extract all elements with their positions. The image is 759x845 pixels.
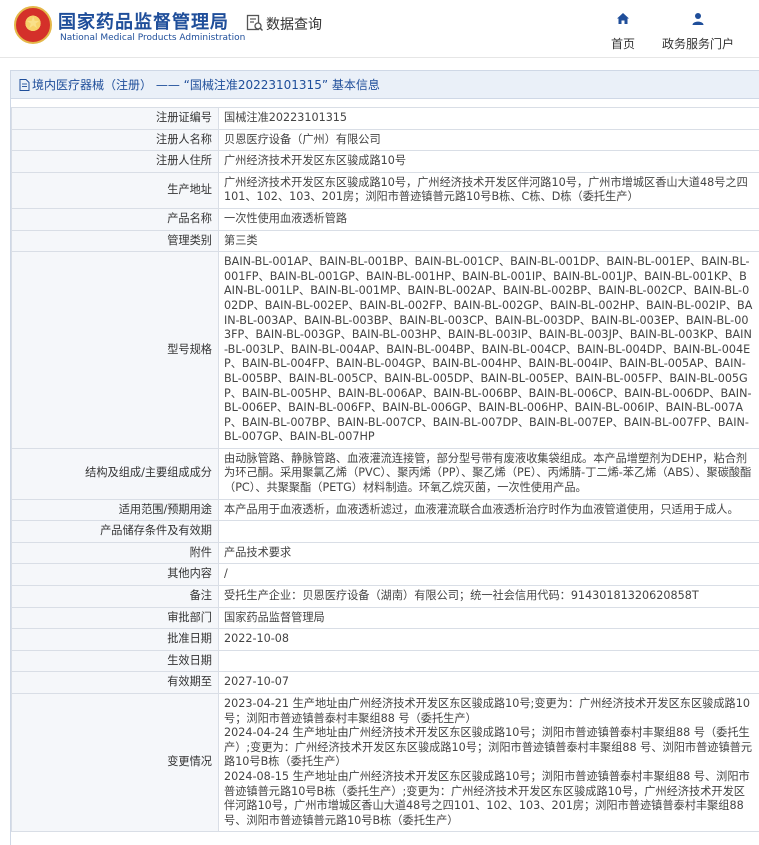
detail-row: 注册证编号 国械注准20223101315 — [11, 107, 759, 130]
field-label: 产品名称 — [11, 207, 219, 231]
detail-row: 审批部门 国家药品监督管理局 — [11, 606, 759, 630]
field-label: 附件 — [11, 541, 219, 565]
field-value — [218, 520, 759, 543]
field-value: BAIN-BL-001AP、BAIN-BL-001BP、BAIN-BL-001C… — [218, 251, 759, 449]
detail-row: 批准日期 2022-10-08 — [11, 628, 759, 651]
nav-gov-label: 政务服务门户 — [661, 37, 734, 51]
field-label: 注册人名称 — [11, 128, 219, 152]
field-label: 结构及组成/主要组成成分 — [11, 447, 219, 500]
detail-row: 结构及组成/主要组成成分 由动脉管路、静脉管路、血液灌流连接管，部分型号带有废液… — [11, 447, 759, 500]
detail-row: 产品名称 一次性使用血液透析管路 — [11, 207, 759, 231]
field-value: 由动脉管路、静脉管路、血液灌流连接管，部分型号带有废液收集袋组成。本产品增塑剂为… — [218, 447, 759, 500]
change-history-row: 变更情况 2023-04-21 生产地址由广州经济技术开发区东区骏成路10号;变… — [11, 692, 759, 833]
field-value: 广州经济技术开发区东区骏成路10号 — [218, 150, 759, 173]
data-search-icon — [246, 14, 264, 32]
detail-row: 注册人住所 广州经济技术开发区东区骏成路10号 — [11, 150, 759, 173]
nav-gov-service-portal[interactable]: 政务服务门户 — [656, 10, 740, 52]
user-icon — [656, 10, 740, 29]
field-value — [218, 649, 759, 673]
field-label: 管理类别 — [11, 229, 219, 253]
field-label: 变更情况 — [11, 692, 219, 833]
detail-row: 型号规格 BAIN-BL-001AP、BAIN-BL-001BP、BAIN-BL… — [11, 251, 759, 449]
field-label: 备注 — [11, 585, 219, 608]
detail-row: 生效日期 — [11, 649, 759, 673]
nav-home-label: 首页 — [610, 37, 635, 51]
field-value: 广州经济技术开发区东区骏成路10号，广州经济技术开发区伴河路10号，广州市增城区… — [218, 171, 759, 209]
detail-row: 产品储存条件及有效期 — [11, 520, 759, 543]
data-search-title: 数据查询 — [266, 17, 322, 33]
field-label: 注册证编号 — [11, 107, 219, 130]
national-emblem-icon — [14, 6, 52, 44]
detail-row: 附件 产品技术要求 — [11, 541, 759, 565]
field-value: 一次性使用血液透析管路 — [218, 207, 759, 231]
field-value: 受托生产企业：贝恩医疗设备（湖南）有限公司；统一社会信用代码：914301813… — [218, 585, 759, 608]
home-icon — [603, 10, 643, 29]
detail-row: 备注 受托生产企业：贝恩医疗设备（湖南）有限公司；统一社会信用代码：914301… — [11, 585, 759, 608]
detail-row: 生产地址 广州经济技术开发区东区骏成路10号，广州经济技术开发区伴河路10号，广… — [11, 171, 759, 209]
field-label: 注册人住所 — [11, 150, 219, 173]
field-label: 其他内容 — [11, 563, 219, 587]
field-label: 产品储存条件及有效期 — [11, 520, 219, 543]
field-value: 国家药品监督管理局 — [218, 606, 759, 630]
nav-home[interactable]: 首页 — [603, 10, 643, 52]
change-history-value: 2023-04-21 生产地址由广州经济技术开发区东区骏成路10号;变更为：广州… — [218, 692, 759, 833]
field-value: 国械注准20223101315 — [218, 107, 759, 130]
detail-row: 有效期至 2027-10-07 — [11, 671, 759, 694]
field-value: 第三类 — [218, 229, 759, 253]
detail-panel: 境内医疗器械（注册） —— “国械注准20223101315” 基本信息 注册证… — [10, 70, 759, 845]
detail-row: 管理类别 第三类 — [11, 229, 759, 253]
field-label: 有效期至 — [11, 671, 219, 694]
registration-detail-table: 注册证编号 国械注准20223101315 注册人名称 贝恩医疗设备（广州）有限… — [11, 107, 759, 833]
field-value: 2027-10-07 — [218, 671, 759, 694]
detail-row: 其他内容 / — [11, 563, 759, 587]
detail-row: 注册人名称 贝恩医疗设备（广州）有限公司 — [11, 128, 759, 152]
logo-title-en[interactable]: National Medical Products Administration — [60, 33, 245, 43]
field-value: 贝恩医疗设备（广州）有限公司 — [218, 128, 759, 152]
field-label: 生效日期 — [11, 649, 219, 673]
field-value: 2022-10-08 — [218, 628, 759, 651]
detail-row: 适用范围/预期用途 本产品用于血液透析，血液透析滤过，血液灌流联合血液透析治疗时… — [11, 498, 759, 522]
change-entry: 2024-08-15 生产地址由广州经济技术开发区东区骏成路10号；浏阳市普迹镇… — [224, 769, 750, 827]
field-label: 批准日期 — [11, 628, 219, 651]
breadcrumb: 境内医疗器械（注册） —— “国械注准20223101315” 基本信息 — [11, 71, 759, 99]
site-header: 国家药品监督管理局 National Medical Products Admi… — [0, 0, 759, 58]
field-label: 适用范围/预期用途 — [11, 498, 219, 522]
field-label: 审批部门 — [11, 606, 219, 630]
field-label: 生产地址 — [11, 171, 219, 209]
field-value: 产品技术要求 — [218, 541, 759, 565]
field-value: 本产品用于血液透析，血液透析滤过，血液灌流联合血液透析治疗时作为血液管道使用，只… — [218, 498, 759, 522]
breadcrumb-text: 境内医疗器械（注册） —— “国械注准20223101315” 基本信息 — [32, 78, 380, 92]
field-label: 型号规格 — [11, 251, 219, 449]
logo-title-cn[interactable]: 国家药品监督管理局 — [58, 8, 229, 34]
change-entry: 2024-04-24 生产地址由广州经济技术开发区东区骏成路10号；浏阳市普迹镇… — [224, 726, 753, 769]
document-icon — [19, 73, 30, 101]
change-entry: 2023-04-21 生产地址由广州经济技术开发区东区骏成路10号;变更为：广州… — [224, 697, 750, 725]
field-value: / — [218, 563, 759, 587]
